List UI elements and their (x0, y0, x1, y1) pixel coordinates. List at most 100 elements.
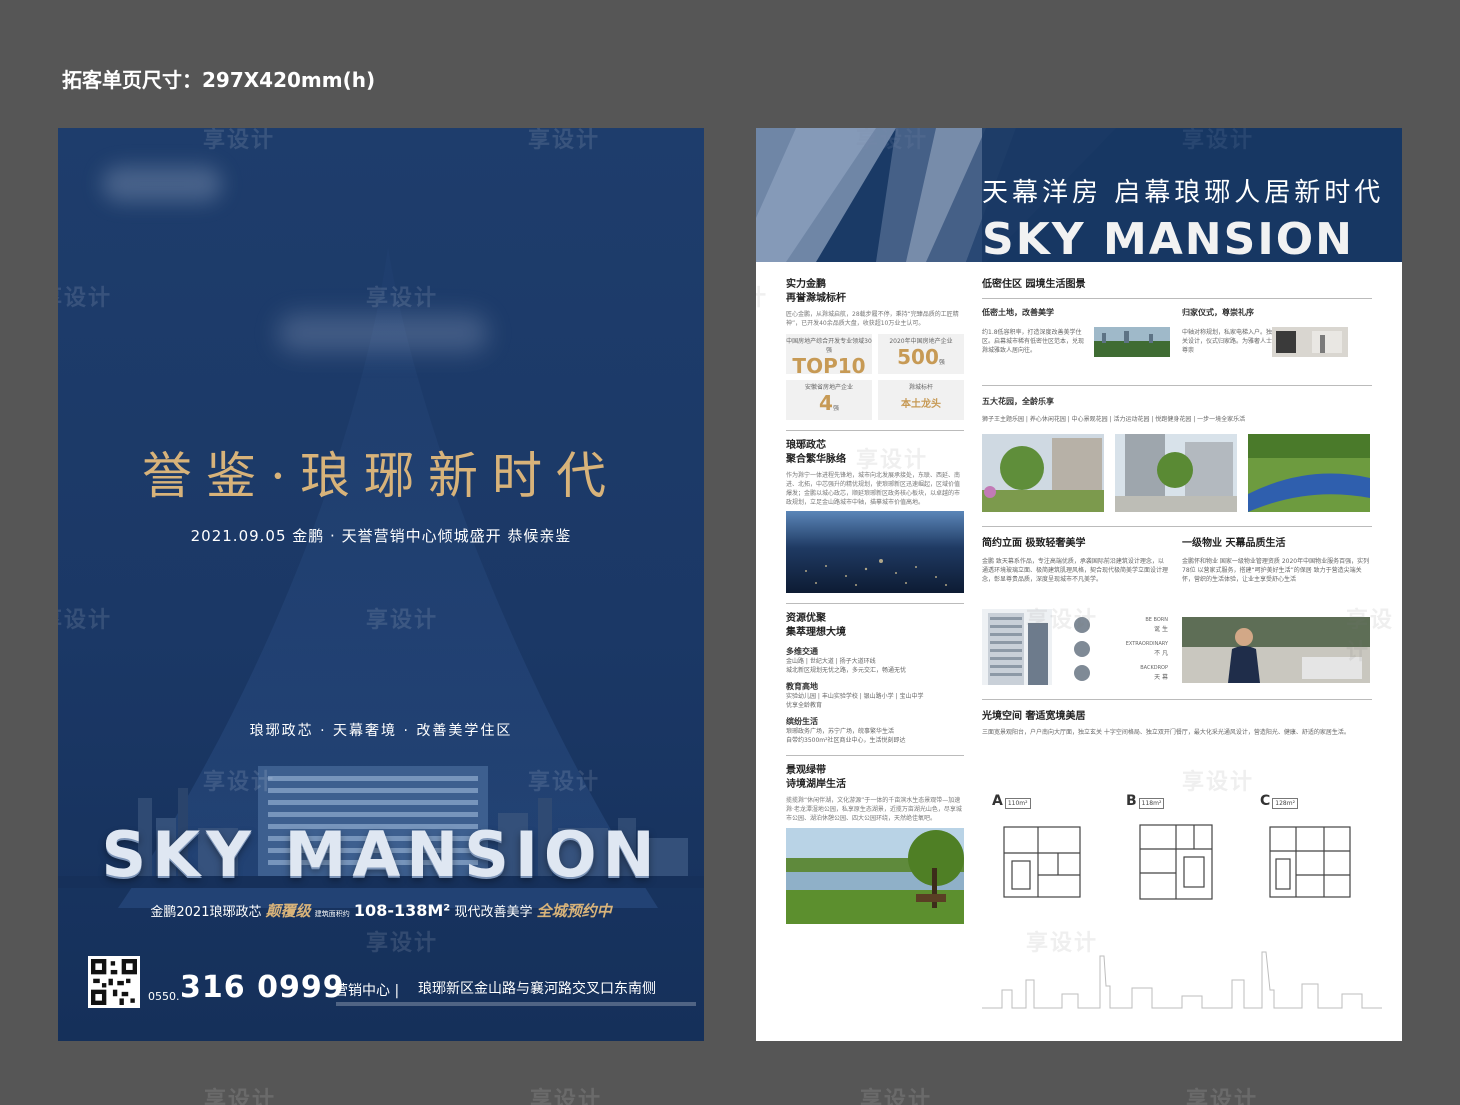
garden-photo (982, 434, 1104, 512)
resource-heading: 缤纷生活 (786, 717, 818, 726)
watermark: 享设计 (530, 1088, 603, 1105)
back-slogan: 天幕洋房 启幕琅琊人居新时代 (982, 178, 1385, 208)
plan-area: 118m² (1138, 798, 1165, 809)
garden-photo (1248, 434, 1370, 512)
label-cn: 不 凡 (1154, 650, 1168, 657)
address: 琅琊新区金山路与襄河路交叉口东南侧 (418, 981, 656, 997)
watermark: 享设计 (1026, 931, 1099, 956)
section-text: 金鹏怀和物业 国家一级物业管理资质 2020年中国物业服务百强，实列78位 以营… (1182, 558, 1370, 583)
stat-label: 中国房地产综合开发专业领域30强 (786, 338, 872, 354)
section-title: 景观绿带 (786, 765, 826, 776)
divider (982, 699, 1372, 700)
watermark: 享设计 (1186, 1088, 1259, 1105)
floor-plan-drawing (1003, 826, 1081, 898)
back-poster: 天幕洋房 启幕琅琊人居新时代 SKY MANSION 实力金鹏 再誉滁城标杆 匠… (756, 128, 1402, 1041)
watermark: 享设计 (1026, 608, 1099, 633)
feature-heading: 归家仪式，尊崇礼序 (1182, 308, 1254, 317)
watermark: 享设计 (58, 608, 113, 633)
section-subtitle: 再誉滁城标杆 (786, 293, 846, 304)
section-text: 三面宽景观阳台，户户南向大厅面，独立玄关 十字空间格局、独立双开门餐厅，最大化采… (982, 729, 1350, 736)
front-footer: 0550. 316 0999 营销中心 | 琅琊新区金山路与襄河路交叉口东南侧 (88, 956, 696, 1012)
gardens-photos (982, 434, 1372, 516)
section-subtitle: 诗境湖岸生活 (786, 779, 846, 790)
property-block: 一级物业 天幕品质生活 金鹏怀和物业 国家一级物业管理资质 2020年中国物业服… (1182, 537, 1372, 683)
section-title: 实力金鹏 (786, 279, 826, 290)
resource-detail: 金山路 | 世纪大道 | 扬子大道环线 (786, 658, 876, 665)
label-en: BACKDROP (1140, 665, 1168, 671)
watermark: 享设计 (528, 128, 601, 153)
resource-item: 教育高地 实验幼儿园 | 丰山实验学校 | 银山路小学 | 宝山中学 优享全龄教… (786, 681, 964, 710)
resource-detail: 实验幼儿园 | 丰山实验学校 | 银山路小学 | 宝山中学 (786, 693, 924, 700)
watermark: 享设计 (366, 286, 439, 311)
watermark: 享设计 (860, 1088, 933, 1105)
facade-label-row: EXTRAORDINARY 不 凡 (1074, 637, 1168, 661)
stat-value: TOP10 (792, 354, 866, 378)
plan-area: 110m² (1004, 798, 1031, 809)
plan-label: A (992, 793, 1003, 809)
facade-block: 简约立面 极致轻奢美学 金鹏 致天幕系作品，专注高端优质，承袭国际前沿建筑设计理… (982, 537, 1169, 685)
stat-value: 500 (897, 345, 939, 369)
resource-item: 缤纷生活 琅琊政务广场，苏宁广场，皖事繁华生活 自带约3500m²社区商业中心，… (786, 716, 964, 745)
stat-note: 强 (938, 359, 945, 366)
front-date-line: 2021.09.05 金鹏 · 天誉营销中心倾城盛开 恭候亲鉴 (190, 527, 572, 545)
divider (786, 430, 964, 431)
fine-print (336, 1002, 696, 1006)
resource-heading: 教育高地 (786, 682, 818, 691)
gardens-heading: 五大花园，全龄乐享 (982, 397, 1054, 406)
front-headline: 誉鉴·琅琊新时代 (142, 447, 620, 505)
section-text: 揽揽滁“休闲伴湖，文化游源”于一体的千亩滨水生态景观带—加速滁·老龙潭湿地公园，… (786, 797, 962, 822)
section-text: 匠心金鹏，从滁城启航，28载步履不停，秉持“完臻品质的工匠精神”，已开发40余品… (786, 311, 959, 327)
label-en: BE BORN (1145, 617, 1168, 623)
feature-block: 低密土地，改善美学 约1.8低容积率，打造深度改善美学住区。启幕城市稀有低密住区… (982, 307, 1172, 357)
stat-card: 中国房地产综合开发专业领域30强 TOP10 (786, 334, 872, 378)
feature-text: 中轴对称规划，私家电梯入户。独立玄关设计，仪式归家路。为雅奢人士定制尊崇 (1182, 329, 1285, 354)
aerial-city-photo (1094, 327, 1170, 357)
section-title: 资源优聚 (786, 613, 826, 624)
stat-value: 4 (819, 391, 833, 415)
stat-label: 滁城标杆 (908, 384, 933, 391)
blurred-logo (102, 166, 222, 202)
lake-park-photo (786, 828, 964, 924)
watermark: 享设计 (366, 608, 439, 633)
section-text: 金鹏 致天幕系作品，专注高端优质，承袭国际前沿建筑设计理念，以通透环境玻璃立面、… (982, 558, 1169, 583)
divider (786, 755, 964, 756)
facade-detail-icon (1074, 641, 1090, 657)
plan-label: B (1126, 793, 1137, 809)
front-brand-wordmark: SKY MANSION (101, 818, 661, 891)
feature-text: 约1.8低容积率，打造深度改善美学住区。启幕城市稀有低密住区范本，兑现滁城雅致人… (982, 329, 1085, 354)
stats-grid: 中国房地产综合开发专业领域30强 TOP10 2020年中国房地产企业 500强… (786, 334, 964, 420)
section-title: 光境空间 奢适宽境美居 (982, 711, 1086, 722)
stat-card: 安徽省房地产企业 4强 (786, 380, 872, 420)
area-code: 0550. (148, 990, 180, 1003)
promo-gold-1: 颠覆级 (265, 902, 311, 920)
left-column: 实力金鹏 再誉滁城标杆 匠心金鹏，从滁城启航，28载步履不停，秉持“完臻品质的工… (786, 278, 964, 924)
promo-gold-2: 全城预约中 (536, 902, 612, 920)
stat-card: 滁城标杆 本土龙头 (878, 380, 964, 420)
floor-plan-c[interactable]: C 128m² (1260, 790, 1370, 920)
section-title: 一级物业 天幕品质生活 (1182, 538, 1286, 549)
promo-post: 现代改善美学 (454, 905, 533, 920)
watermark: 享设计 (856, 128, 929, 153)
floor-plan-drawing (1269, 826, 1351, 898)
resource-detail-2: 城北新区规划无忧之路，多元交汇，畅通无忧 (786, 667, 907, 674)
hotline-number[interactable]: 316 0999 (180, 970, 345, 1005)
label-cn: 诞 生 (1154, 626, 1168, 633)
watermark: 享设计 (756, 280, 768, 312)
lobby-photo (1272, 327, 1348, 357)
promo-area: 108-138M² (353, 901, 451, 920)
divider (786, 603, 964, 604)
watermark: 享设计 (1346, 608, 1395, 665)
security-guard-photo (1182, 617, 1370, 683)
floor-plan-b[interactable]: B 118m² (1126, 790, 1236, 920)
facade-label-row: BACKDROP 天 幕 (1074, 661, 1168, 685)
right-column: 低密住区 园境生活图景 低密土地，改善美学 约1.8低容积率，打造深度改善美学住… (982, 278, 1372, 737)
qr-code[interactable] (88, 956, 140, 1008)
resource-item: 多维交通 金山路 | 世纪大道 | 扬子大道环线 城北新区规划无忧之路，多元交汇… (786, 646, 964, 675)
watermark: 享设计 (1182, 128, 1255, 153)
resource-detail-2: 优享全龄教育 (786, 702, 823, 709)
floor-plan-a[interactable]: A 110m² (992, 790, 1102, 920)
watermark: 享设计 (58, 286, 113, 311)
hero-banner: 天幕洋房 启幕琅琊人居新时代 SKY MANSION (756, 128, 1402, 262)
feature-heading: 低密土地，改善美学 (982, 308, 1054, 317)
city-night-photo (786, 511, 964, 593)
